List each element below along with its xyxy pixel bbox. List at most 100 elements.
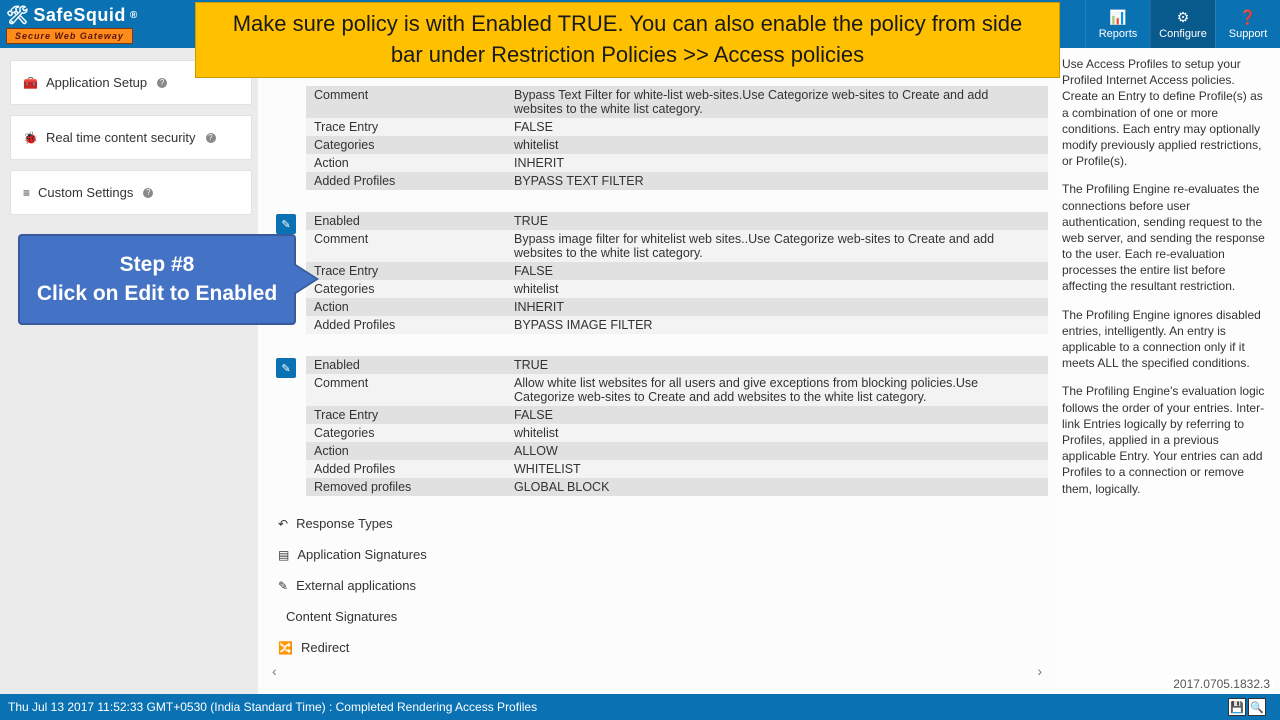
field-key: Comment	[306, 374, 506, 392]
field-key: Enabled	[306, 212, 506, 230]
field-key: Removed profiles	[306, 478, 506, 496]
help-badge-icon: ?	[157, 78, 167, 88]
field-key: Enabled	[306, 356, 506, 374]
scroll-area[interactable]: CommentBypass Text Filter for white-list…	[266, 48, 1048, 694]
accordion-label: Response Types	[296, 516, 393, 531]
help-icon: ❓	[1239, 9, 1256, 26]
field-key: Added Profiles	[306, 316, 506, 334]
sidebar-item-label: Custom Settings	[38, 185, 133, 200]
content-area: 🧰 Application Setup ? 🐞 Real time conten…	[0, 48, 1280, 694]
sidebar-item-realtime[interactable]: 🐞 Real time content security ?	[10, 115, 252, 160]
chart-icon: 📊	[1109, 9, 1126, 26]
sidebar-left: 🧰 Application Setup ? 🐞 Real time conten…	[0, 48, 258, 694]
edit-button[interactable]: ✎	[276, 214, 296, 234]
nav-label: Configure	[1159, 28, 1207, 40]
accordion-app-signatures[interactable]: ▤ Application Signatures	[266, 539, 1048, 570]
help-badge-icon: ?	[143, 188, 153, 198]
accordion-label: External applications	[296, 578, 416, 593]
field-key: Action	[306, 154, 506, 172]
logo-main: 🛠 SafeSquid ®	[6, 5, 138, 26]
field-key: Categories	[306, 136, 506, 154]
field-value: TRUE	[506, 356, 1048, 374]
help-badge-icon: ?	[206, 133, 216, 143]
instruction-banner: Make sure policy is with Enabled TRUE. Y…	[195, 2, 1060, 78]
grid-icon: ▤	[278, 548, 289, 562]
chevron-right-icon[interactable]: ›	[1037, 663, 1042, 679]
main-panel: CommentBypass Text Filter for white-list…	[258, 48, 1052, 694]
field-key: Action	[306, 442, 506, 460]
accordion-label: Redirect	[301, 640, 349, 655]
wrench-icon: 🛠	[6, 5, 29, 26]
logo-registered: ®	[130, 10, 138, 21]
field-value: whitelist	[506, 424, 1048, 442]
accordion-redirect[interactable]: 🔀 Redirect	[266, 632, 1048, 663]
field-value: Allow white list websites for all users …	[506, 374, 1048, 406]
field-value: BYPASS IMAGE FILTER	[506, 316, 1048, 334]
logo-block: 🛠 SafeSquid ® Secure Web Gateway	[0, 5, 138, 44]
accordion-response-types[interactable]: ↶ Response Types	[266, 508, 1048, 539]
status-bar: Thu Jul 13 2017 11:52:33 GMT+0530 (India…	[0, 694, 1280, 720]
nav-label: Reports	[1099, 28, 1138, 40]
chevron-left-icon[interactable]: ‹	[272, 663, 277, 679]
field-key: Trace Entry	[306, 262, 506, 280]
field-value: ALLOW	[506, 442, 1048, 460]
field-key: Categories	[306, 280, 506, 298]
edit-button[interactable]: ✎	[276, 358, 296, 378]
field-value: WHITELIST	[506, 460, 1048, 478]
pencil-icon: ✎	[278, 579, 288, 593]
accordion-label: Content Signatures	[286, 609, 397, 624]
briefcase-icon: 🧰	[23, 76, 38, 90]
field-value: Bypass image filter for whitelist web si…	[506, 230, 1048, 262]
help-paragraph: Use Access Profiles to setup your Profil…	[1062, 56, 1270, 169]
nav-buttons: 📊 Reports ⚙ Configure ❓ Support	[1085, 0, 1280, 48]
field-key: Trace Entry	[306, 406, 506, 424]
policy-block: CommentBypass Text Filter for white-list…	[266, 86, 1048, 190]
field-value: INHERIT	[506, 298, 1048, 316]
logo-subtitle: Secure Web Gateway	[6, 28, 133, 44]
sidebar-item-label: Real time content security	[46, 130, 196, 145]
nav-label: Support	[1229, 28, 1268, 40]
field-key: Comment	[306, 86, 506, 104]
callout-title: Step #8	[30, 250, 284, 279]
field-value: TRUE	[506, 212, 1048, 230]
field-value: whitelist	[506, 136, 1048, 154]
save-button[interactable]: 💾	[1228, 698, 1246, 716]
field-value: FALSE	[506, 262, 1048, 280]
accordion-label: Application Signatures	[297, 547, 426, 562]
help-paragraph: The Profiling Engine ignores disabled en…	[1062, 307, 1270, 372]
search-button[interactable]: 🔍	[1248, 698, 1266, 716]
field-key: Categories	[306, 424, 506, 442]
step-callout: Step #8 Click on Edit to Enabled	[18, 234, 296, 325]
field-value: whitelist	[506, 280, 1048, 298]
policy-block: ✎ EnabledTRUE CommentBypass image filter…	[266, 212, 1048, 334]
field-value: FALSE	[506, 118, 1048, 136]
undo-icon: ↶	[278, 517, 288, 531]
field-key: Added Profiles	[306, 460, 506, 478]
pencil-icon: ✎	[281, 218, 290, 231]
nav-reports[interactable]: 📊 Reports	[1085, 0, 1150, 48]
bug-icon: 🐞	[23, 131, 38, 145]
help-paragraph: The Profiling Engine's evaluation logic …	[1062, 383, 1270, 496]
sidebar-item-custom[interactable]: ≡ Custom Settings ?	[10, 170, 252, 215]
field-key: Trace Entry	[306, 118, 506, 136]
help-panel: Use Access Profiles to setup your Profil…	[1052, 48, 1280, 694]
nav-configure[interactable]: ⚙ Configure	[1150, 0, 1215, 48]
shuffle-icon: 🔀	[278, 641, 293, 655]
field-key: Action	[306, 298, 506, 316]
accordion-external-apps[interactable]: ✎ External applications	[266, 570, 1048, 601]
field-value: FALSE	[506, 406, 1048, 424]
sidebar-item-label: Application Setup	[46, 75, 147, 90]
save-icon: 💾	[1230, 701, 1244, 714]
field-value: Bypass Text Filter for white-list web-si…	[506, 86, 1048, 118]
gear-icon: ⚙	[1177, 9, 1190, 26]
policy-block: ✎ EnabledTRUE CommentAllow white list we…	[266, 356, 1048, 496]
field-key: Added Profiles	[306, 172, 506, 190]
logo-text: SafeSquid	[33, 5, 126, 26]
accordion-content-signatures[interactable]: Content Signatures	[266, 601, 1048, 632]
pencil-icon: ✎	[281, 362, 290, 375]
nav-support[interactable]: ❓ Support	[1215, 0, 1280, 48]
field-key: Comment	[306, 230, 506, 248]
list-icon: ≡	[23, 186, 30, 200]
callout-text: Click on Edit to Enabled	[30, 279, 284, 308]
help-paragraph: The Profiling Engine re-evaluates the co…	[1062, 181, 1270, 294]
